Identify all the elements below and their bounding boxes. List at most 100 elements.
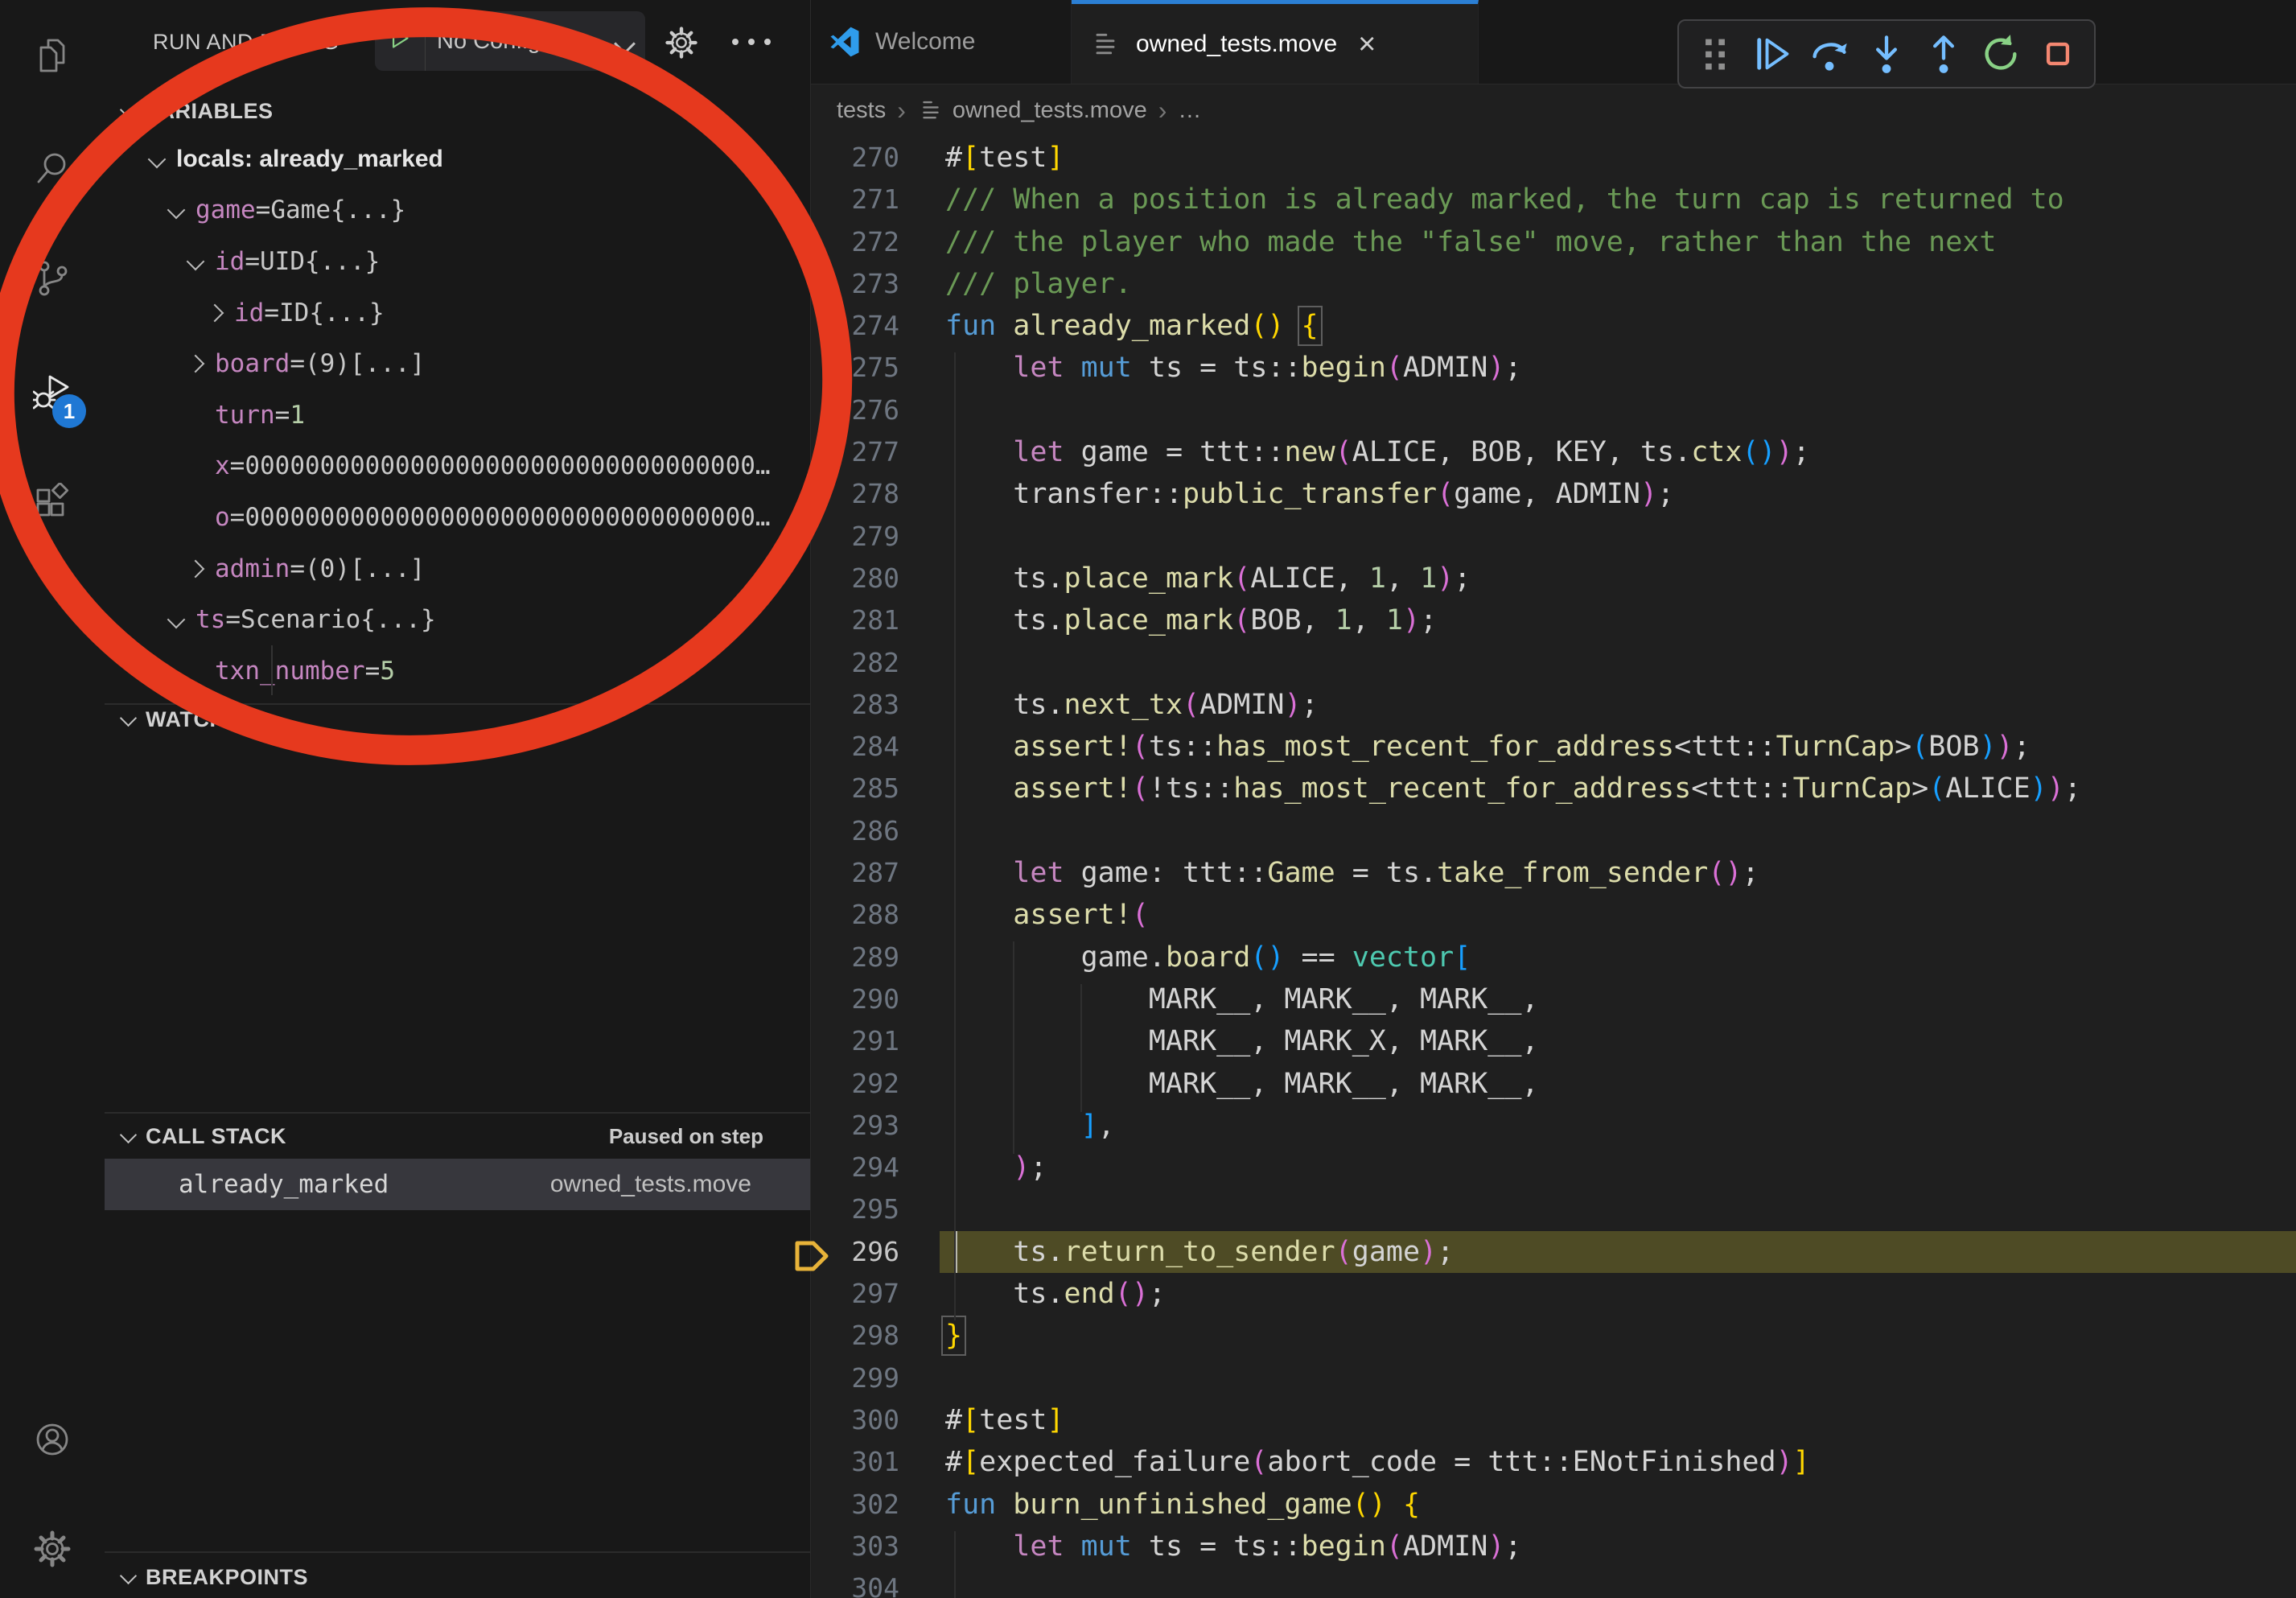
line-number[interactable]: 291 — [811, 1020, 940, 1062]
code-line-284[interactable]: 284 assert!(ts::has_most_recent_for_addr… — [811, 726, 2296, 768]
chevron-down-icon[interactable] — [148, 150, 167, 168]
activity-bar-item-run-and-debug[interactable]: 1 — [33, 373, 72, 412]
activity-bar-item-accounts[interactable] — [33, 1420, 72, 1459]
activity-bar-item-source-control[interactable] — [33, 259, 72, 298]
line-number[interactable]: 278 — [811, 473, 940, 515]
code-line-273[interactable]: 273/// player. — [811, 263, 2296, 305]
line-number[interactable]: 295 — [811, 1188, 940, 1230]
line-number[interactable]: 293 — [811, 1105, 940, 1147]
activity-bar-item-explorer[interactable] — [33, 36, 72, 75]
code-line-287[interactable]: 287 let game: ttt::Game = ts.take_from_s… — [811, 852, 2296, 894]
line-number[interactable]: 302 — [811, 1484, 940, 1526]
line-number[interactable]: 297 — [811, 1273, 940, 1315]
code-line-277[interactable]: 277 let game = ttt::new(ALICE, BOB, KEY,… — [811, 431, 2296, 473]
line-number[interactable]: 294 — [811, 1147, 940, 1188]
code-line-281[interactable]: 281 ts.place_mark(BOB, 1, 1); — [811, 599, 2296, 641]
drag-grip-handle[interactable] — [1694, 33, 1736, 75]
code-line-303[interactable]: 303 let mut ts = ts::begin(ADMIN); — [811, 1526, 2296, 1567]
line-number[interactable]: 301 — [811, 1441, 940, 1483]
continue-button[interactable] — [1751, 33, 1793, 75]
code-editor[interactable]: 270#[test]271/// When a position is alre… — [811, 137, 2296, 1598]
step-over-button[interactable] — [1808, 33, 1850, 75]
code-line-288[interactable]: 288 assert!( — [811, 894, 2296, 936]
step-into-button[interactable] — [1866, 33, 1907, 75]
step-out-button[interactable] — [1923, 33, 1965, 75]
code-line-275[interactable]: 275 let mut ts = ts::begin(ADMIN); — [811, 347, 2296, 389]
line-number[interactable]: 299 — [811, 1357, 940, 1399]
line-number[interactable]: 284 — [811, 726, 940, 768]
line-number[interactable]: 276 — [811, 389, 940, 431]
close-tab-icon[interactable]: × — [1358, 29, 1376, 60]
line-number[interactable]: 280 — [811, 558, 940, 599]
variables-section-header[interactable]: VARIABLES — [105, 89, 810, 134]
line-number[interactable]: 272 — [811, 221, 940, 263]
code-line-276[interactable]: 276 — [811, 389, 2296, 431]
tab-owned-tests-move[interactable]: owned_tests.move × — [1072, 0, 1479, 84]
code-line-297[interactable]: 297 ts.end(); — [811, 1273, 2296, 1315]
variable-row-ts[interactable]: ts = Scenario{...} — [105, 594, 810, 645]
variable-row-x[interactable]: x = 0000000000000000000000000000000000… — [105, 441, 810, 492]
code-line-302[interactable]: 302fun burn_unfinished_game() { — [811, 1484, 2296, 1526]
code-line-300[interactable]: 300#[test] — [811, 1399, 2296, 1441]
code-line-294[interactable]: 294 ); — [811, 1147, 2296, 1188]
breadcrumb-item-file[interactable]: owned_tests.move — [953, 97, 1147, 124]
variable-row-id[interactable]: id = UID{...} — [105, 236, 810, 287]
code-line-293[interactable]: 293 ], — [811, 1105, 2296, 1147]
stop-button[interactable] — [2037, 33, 2079, 75]
line-number[interactable]: 290 — [811, 978, 940, 1020]
code-line-271[interactable]: 271/// When a position is already marked… — [811, 179, 2296, 220]
line-number[interactable]: 298 — [811, 1315, 940, 1357]
more-actions-button[interactable] — [729, 35, 774, 48]
code-line-280[interactable]: 280 ts.place_mark(ALICE, 1, 1); — [811, 558, 2296, 599]
code-line-296[interactable]: 296 ts.return_to_sender(game); — [811, 1231, 2296, 1273]
activity-bar-item-search[interactable] — [33, 149, 72, 187]
code-line-274[interactable]: 274fun already_marked() { — [811, 305, 2296, 347]
line-number[interactable]: 281 — [811, 599, 940, 641]
chevron-down-icon[interactable] — [167, 201, 186, 220]
code-line-283[interactable]: 283 ts.next_tx(ADMIN); — [811, 684, 2296, 726]
tab-welcome[interactable]: Welcome — [811, 0, 1072, 84]
code-line-291[interactable]: 291 MARK__, MARK_X, MARK__, — [811, 1020, 2296, 1062]
watch-section-header[interactable]: WATCH — [105, 697, 810, 742]
code-line-286[interactable]: 286 — [811, 810, 2296, 852]
chevron-down-icon[interactable] — [167, 611, 186, 629]
code-line-285[interactable]: 285 assert!(!ts::has_most_recent_for_add… — [811, 768, 2296, 809]
line-number[interactable]: 271 — [811, 179, 940, 220]
line-number[interactable]: 286 — [811, 810, 940, 852]
line-number[interactable]: 296 — [811, 1231, 940, 1273]
breadcrumb-item-symbol[interactable]: … — [1178, 97, 1201, 124]
line-number[interactable]: 288 — [811, 894, 940, 936]
code-line-270[interactable]: 270#[test] — [811, 137, 2296, 179]
code-line-290[interactable]: 290 MARK__, MARK__, MARK__, — [811, 978, 2296, 1020]
line-number[interactable]: 277 — [811, 431, 940, 473]
line-number[interactable]: 273 — [811, 263, 940, 305]
variable-row-txn_number[interactable]: txn_number = 5 — [105, 645, 810, 697]
code-line-282[interactable]: 282 — [811, 642, 2296, 684]
variable-row-admin[interactable]: admin = (0)[...] — [105, 543, 810, 595]
code-line-295[interactable]: 295 — [811, 1188, 2296, 1230]
activity-bar-item-extensions[interactable] — [33, 483, 72, 521]
chevron-down-icon[interactable] — [187, 253, 205, 271]
code-line-292[interactable]: 292 MARK__, MARK__, MARK__, — [811, 1063, 2296, 1105]
line-number[interactable]: 300 — [811, 1399, 940, 1441]
variable-row-id[interactable]: id = ID{...} — [105, 287, 810, 339]
line-number[interactable]: 292 — [811, 1063, 940, 1105]
restart-button[interactable] — [1980, 33, 2022, 75]
call-stack-frame-row[interactable]: already_marked owned_tests.move — [105, 1159, 810, 1210]
variable-row-board[interactable]: board = (9)[...] — [105, 338, 810, 389]
breakpoints-section-header[interactable]: BREAKPOINTS — [105, 1555, 810, 1598]
code-line-279[interactable]: 279 — [811, 516, 2296, 558]
code-line-289[interactable]: 289 game.board() == vector[ — [811, 937, 2296, 978]
line-number[interactable]: 304 — [811, 1567, 940, 1598]
variable-row-o[interactable]: o = 0000000000000000000000000000000000… — [105, 492, 810, 543]
line-number[interactable]: 289 — [811, 937, 940, 978]
debug-settings-gear-button[interactable] — [665, 26, 698, 60]
code-line-304[interactable]: 304 — [811, 1567, 2296, 1598]
chevron-right-icon[interactable] — [206, 303, 224, 322]
code-line-278[interactable]: 278 transfer::public_transfer(game, ADMI… — [811, 473, 2296, 515]
variable-row-game[interactable]: game = Game{...} — [105, 185, 810, 237]
activity-bar-item-settings[interactable] — [33, 1530, 72, 1568]
line-number[interactable]: 285 — [811, 768, 940, 809]
code-line-301[interactable]: 301#[expected_failure(abort_code = ttt::… — [811, 1441, 2296, 1483]
line-number[interactable]: 303 — [811, 1526, 940, 1567]
